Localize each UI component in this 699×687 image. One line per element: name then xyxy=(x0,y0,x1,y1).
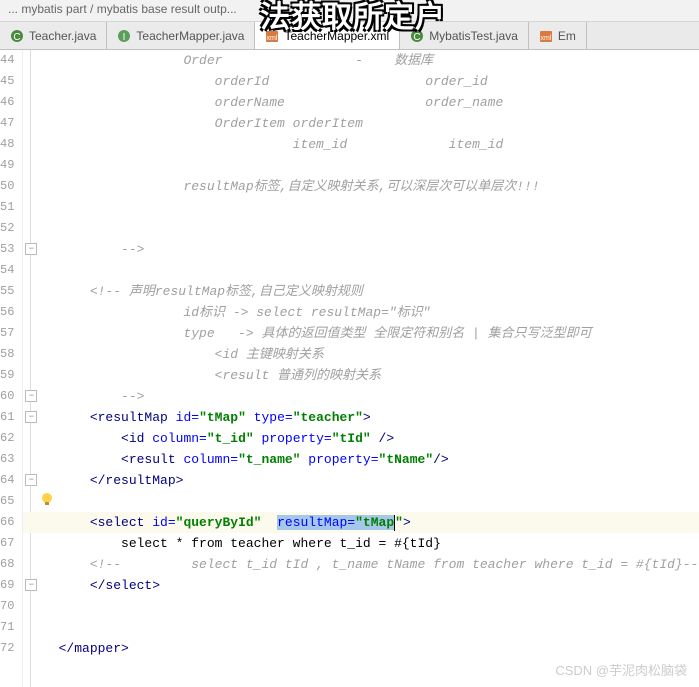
code-line[interactable]: orderId order_id xyxy=(23,71,699,92)
file-type-icon: C xyxy=(10,29,24,43)
code-line[interactable]: item_id item_id xyxy=(23,134,699,155)
code-line[interactable]: --> xyxy=(23,386,699,407)
code-line[interactable]: --> xyxy=(23,239,699,260)
code-line[interactable]: <id column="t_id" property="tId" /> xyxy=(23,428,699,449)
line-number: 62 xyxy=(0,428,14,449)
code-line[interactable]: </resultMap> xyxy=(23,470,699,491)
code-line[interactable] xyxy=(23,218,699,239)
line-number: 51 xyxy=(0,197,14,218)
code-line[interactable]: type -> 具体的返回值类型 全限定符和别名 | 集合只写泛型即可 xyxy=(23,323,699,344)
line-number: 64 xyxy=(0,470,14,491)
line-number: 66 xyxy=(0,512,14,533)
code-line[interactable]: Order - 数据库 xyxy=(23,50,699,71)
code-line[interactable]: orderName order_name xyxy=(23,92,699,113)
watermark: CSDN @芋泥肉松脑袋 xyxy=(555,660,687,679)
code-line[interactable]: </select> xyxy=(23,575,699,596)
tab-em[interactable]: xml Em xyxy=(529,22,587,49)
line-number: 54 xyxy=(0,260,14,281)
line-number: 52 xyxy=(0,218,14,239)
svg-text:C: C xyxy=(13,32,20,43)
tab-label: Em xyxy=(558,29,576,43)
line-number: 48 xyxy=(0,134,14,155)
file-type-icon: xml xyxy=(539,29,553,43)
code-area[interactable]: Order - 数据库 orderId order_id orderName o… xyxy=(23,50,699,687)
code-editor[interactable]: 4445464748495051525354555657585960616263… xyxy=(0,50,699,687)
code-line[interactable]: <result 普通列的映射关系 xyxy=(23,365,699,386)
line-number: 44 xyxy=(0,50,14,71)
code-line[interactable] xyxy=(23,155,699,176)
code-line[interactable] xyxy=(23,260,699,281)
svg-text:I: I xyxy=(123,32,126,43)
line-number: 59 xyxy=(0,365,14,386)
line-number: 63 xyxy=(0,449,14,470)
code-line[interactable]: resultMap标签,自定义映射关系,可以深层次可以单层次!!! xyxy=(23,176,699,197)
line-number: 61 xyxy=(0,407,14,428)
code-line[interactable] xyxy=(23,596,699,617)
line-number: 71 xyxy=(0,617,14,638)
line-number: 69 xyxy=(0,575,14,596)
line-number: 57 xyxy=(0,323,14,344)
code-line[interactable]: </mapper> xyxy=(23,638,699,659)
line-number: 67 xyxy=(0,533,14,554)
code-line[interactable]: OrderItem orderItem xyxy=(23,113,699,134)
line-number-gutter: 4445464748495051525354555657585960616263… xyxy=(0,50,23,687)
code-line[interactable]: <select id="queryById" resultMap="tMap"> xyxy=(23,512,699,533)
line-number: 70 xyxy=(0,596,14,617)
tab-label: TeacherMapper.java xyxy=(136,29,244,43)
tab-teachermapper-java[interactable]: I TeacherMapper.java xyxy=(107,22,255,49)
code-line[interactable] xyxy=(23,491,699,512)
code-line[interactable] xyxy=(23,617,699,638)
line-number: 60 xyxy=(0,386,14,407)
line-number: 45 xyxy=(0,71,14,92)
line-number: 53 xyxy=(0,239,14,260)
code-line[interactable]: <!-- select t_id tId , t_name tName from… xyxy=(23,554,699,575)
code-line[interactable]: select * from teacher where t_id = #{tId… xyxy=(23,533,699,554)
tab-label: Teacher.java xyxy=(29,29,96,43)
code-line[interactable]: <!-- 声明resultMap标签,自己定义映射规则 xyxy=(23,281,699,302)
line-number: 72 xyxy=(0,638,14,659)
code-line[interactable]: <result column="t_name" property="tName"… xyxy=(23,449,699,470)
line-number: 55 xyxy=(0,281,14,302)
line-number: 65 xyxy=(0,491,14,512)
svg-text:xml: xml xyxy=(540,35,551,42)
file-type-icon: I xyxy=(117,29,131,43)
line-number: 58 xyxy=(0,344,14,365)
line-number: 49 xyxy=(0,155,14,176)
line-number: 50 xyxy=(0,176,14,197)
line-number: 47 xyxy=(0,113,14,134)
line-number: 56 xyxy=(0,302,14,323)
code-line[interactable]: id标识 -> select resultMap="标识" xyxy=(23,302,699,323)
code-line[interactable]: <resultMap id="tMap" type="teacher"> xyxy=(23,407,699,428)
overlay-title: 法获取所定户 xyxy=(260,0,446,36)
line-number: 68 xyxy=(0,554,14,575)
tab-teacher-java[interactable]: C Teacher.java xyxy=(0,22,107,49)
code-line[interactable]: <id 主键映射关系 xyxy=(23,344,699,365)
code-line[interactable] xyxy=(23,197,699,218)
line-number: 46 xyxy=(0,92,14,113)
